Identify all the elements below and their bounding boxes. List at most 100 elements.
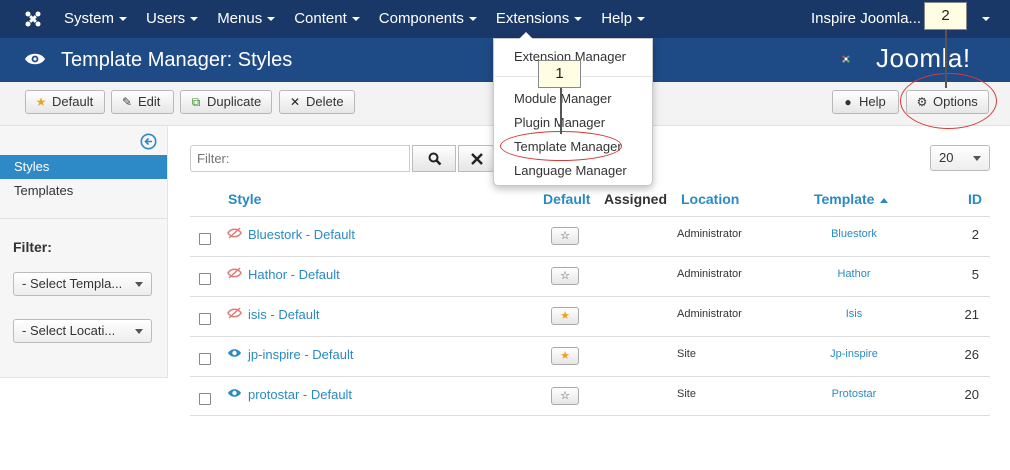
select-location-dropdown[interactable]: - Select Locati... — [13, 319, 152, 343]
menu-extensions[interactable]: Extensions — [496, 0, 583, 38]
column-header-id[interactable]: ID — [968, 190, 982, 208]
column-header-template[interactable]: Template — [814, 190, 889, 208]
default-star-button[interactable]: ★ — [551, 347, 579, 365]
row-checkbox[interactable] — [199, 353, 211, 365]
chevron-down-icon — [574, 17, 583, 22]
top-navigation-bar: System Users Menus Content Components Ex… — [0, 0, 1010, 38]
template-link[interactable]: Bluestork — [794, 228, 914, 240]
id-cell: 21 — [964, 307, 979, 322]
eye-icon — [228, 389, 241, 397]
annotation-callout-1: 1 — [538, 60, 581, 88]
eye-slash-icon — [227, 267, 242, 279]
joomla-brand-logo-icon — [842, 55, 850, 63]
row-checkbox[interactable] — [199, 233, 211, 245]
menu-help[interactable]: Help — [601, 0, 646, 38]
menu-item-language-manager[interactable]: Language Manager — [514, 163, 627, 178]
set-default-star-button[interactable]: ☆ — [551, 227, 579, 245]
eye-slash-icon — [227, 227, 242, 239]
id-cell: 2 — [971, 227, 979, 242]
column-header-assigned: Assigned — [604, 191, 668, 207]
collapse-sidebar-icon[interactable] — [140, 133, 157, 150]
star-outline-icon: ☆ — [560, 230, 570, 242]
style-name-link[interactable]: isis - Default — [248, 307, 320, 322]
id-cell: 20 — [964, 387, 979, 402]
style-name-link[interactable]: Bluestork - Default — [248, 227, 355, 242]
location-cell: Site — [677, 388, 696, 400]
template-link[interactable]: Hathor — [794, 268, 914, 280]
id-cell: 5 — [971, 267, 979, 282]
select-template-dropdown[interactable]: - Select Templa... — [13, 272, 152, 296]
menu-item-module-manager[interactable]: Module Manager — [514, 91, 612, 106]
duplicate-button[interactable]: ⧉ Duplicate — [180, 90, 272, 114]
menu-system[interactable]: System — [64, 0, 128, 38]
question-circle-icon: ● — [844, 95, 852, 109]
template-link[interactable]: Isis — [794, 308, 914, 320]
template-link[interactable]: Protostar — [794, 388, 914, 400]
column-header-style[interactable]: Style — [228, 190, 261, 208]
close-icon: ✕ — [289, 95, 301, 109]
id-cell: 26 — [964, 347, 979, 362]
sidebar-item-templates[interactable]: Templates — [0, 179, 167, 203]
user-menu-chevron-icon[interactable] — [982, 17, 990, 21]
sidebar-item-styles[interactable]: Styles — [0, 155, 167, 179]
set-default-star-button[interactable]: ☆ — [551, 387, 579, 405]
eye-icon — [25, 53, 45, 65]
search-icon — [428, 152, 442, 166]
eye-icon — [228, 349, 241, 357]
chevron-down-icon — [135, 282, 143, 287]
page-title: Template Manager: Styles — [61, 49, 293, 71]
close-icon — [471, 153, 483, 165]
chevron-down-icon — [267, 17, 276, 22]
joomla-logo-icon[interactable] — [24, 10, 42, 28]
edit-button[interactable]: ✎ Edit — [111, 90, 174, 114]
column-header-location[interactable]: Location — [681, 190, 739, 208]
chevron-down-icon — [973, 156, 981, 161]
sidebar-divider — [0, 218, 167, 219]
row-checkbox[interactable] — [199, 393, 211, 405]
annotation-ring-options — [900, 73, 997, 129]
menu-menus[interactable]: Menus — [217, 0, 276, 38]
delete-button[interactable]: ✕ Delete — [279, 90, 355, 114]
location-cell: Administrator — [677, 268, 742, 280]
list-limit-select[interactable]: 20 — [930, 145, 990, 171]
star-outline-icon: ☆ — [560, 270, 570, 282]
main-menu: System Users Menus Content Components Ex… — [64, 0, 664, 38]
clear-search-button[interactable] — [458, 145, 494, 172]
table-row: isis - Default ★ Administrator Isis 21 — [190, 296, 990, 336]
user-menu[interactable]: Inspire Joomla... — [811, 0, 921, 38]
style-name-link[interactable]: jp-inspire - Default — [248, 347, 354, 362]
search-button[interactable] — [412, 145, 456, 172]
filter-label: Filter: — [13, 239, 52, 255]
default-star-button[interactable]: ★ — [551, 307, 579, 325]
copy-icon: ⧉ — [191, 95, 201, 109]
filter-search-input[interactable] — [190, 145, 410, 172]
chevron-down-icon — [637, 17, 646, 22]
column-header-default[interactable]: Default — [543, 190, 590, 208]
star-filled-icon: ★ — [560, 310, 570, 322]
edit-icon: ✎ — [121, 95, 133, 109]
style-name-link[interactable]: protostar - Default — [248, 387, 352, 402]
annotation-callout-2: 2 — [924, 2, 967, 30]
table-row: Bluestork - Default ☆ Administrator Blue… — [190, 216, 990, 256]
style-name-link[interactable]: Hathor - Default — [248, 267, 340, 282]
default-button[interactable]: ★ Default — [25, 90, 105, 114]
location-cell: Site — [677, 348, 696, 360]
chevron-down-icon — [119, 17, 128, 22]
menu-users[interactable]: Users — [146, 0, 199, 38]
sidebar: Styles Templates Filter: - Select Templa… — [0, 126, 168, 378]
row-checkbox[interactable] — [199, 313, 211, 325]
set-default-star-button[interactable]: ☆ — [551, 267, 579, 285]
annotation-pointer-2 — [945, 28, 947, 88]
template-link[interactable]: Jp-inspire — [794, 348, 914, 360]
location-cell: Administrator — [677, 228, 742, 240]
help-button[interactable]: ● Help — [832, 90, 899, 114]
menu-content[interactable]: Content — [294, 0, 360, 38]
table-row: protostar - Default ☆ Site Protostar 20 — [190, 376, 990, 416]
star-outline-icon: ☆ — [560, 390, 570, 402]
star-icon: ★ — [35, 95, 47, 109]
row-checkbox[interactable] — [199, 273, 211, 285]
location-cell: Administrator — [677, 308, 742, 320]
menu-components[interactable]: Components — [379, 0, 477, 38]
annotation-pointer-1 — [560, 86, 562, 134]
star-filled-icon: ★ — [560, 350, 570, 362]
